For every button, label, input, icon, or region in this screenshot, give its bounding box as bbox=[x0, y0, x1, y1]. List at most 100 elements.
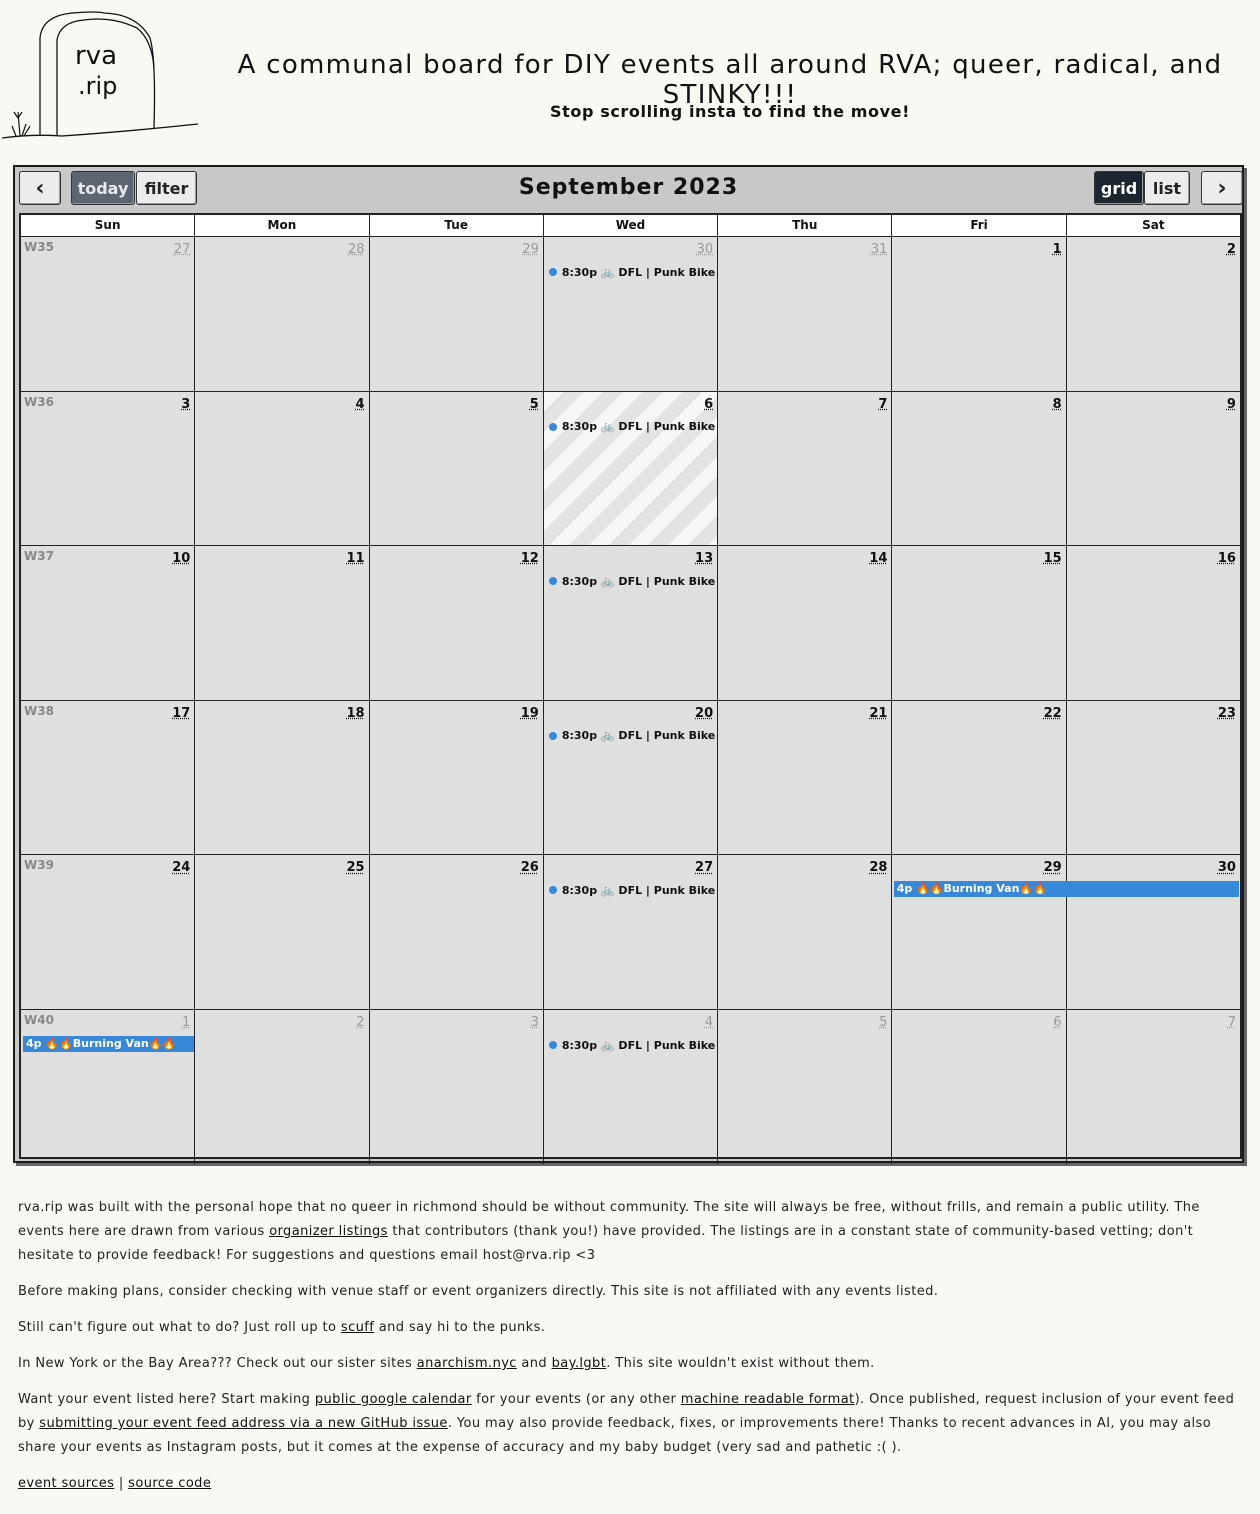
day-cell[interactable]: W36 3 bbox=[21, 392, 194, 546]
day-cell[interactable]: 16 bbox=[1065, 546, 1240, 701]
day-cell[interactable]: 23 bbox=[1065, 700, 1240, 855]
source-code-link[interactable]: source code bbox=[128, 1476, 211, 1491]
day-cell[interactable]: 29 bbox=[891, 855, 1065, 1010]
day-cell[interactable]: W37 10 bbox=[21, 546, 194, 700]
day-number[interactable]: 27 bbox=[695, 860, 713, 875]
day-cell[interactable]: 7 bbox=[717, 391, 891, 546]
anarchism-nyc-link[interactable]: anarchism.nyc bbox=[417, 1356, 517, 1371]
day-number[interactable]: 1 bbox=[182, 1015, 190, 1030]
day-cell[interactable]: W38 17 bbox=[21, 701, 194, 855]
day-number[interactable]: 25 bbox=[346, 860, 364, 875]
day-number[interactable]: 28 bbox=[869, 860, 887, 875]
day-number[interactable]: 4 bbox=[356, 397, 365, 412]
google-calendar-link[interactable]: public google calendar bbox=[315, 1392, 472, 1407]
day-number[interactable]: 8 bbox=[1053, 397, 1062, 412]
day-cell[interactable]: 26 bbox=[368, 855, 543, 1010]
day-number[interactable]: 7 bbox=[878, 397, 887, 412]
day-number[interactable]: 5 bbox=[879, 1015, 887, 1030]
day-number[interactable]: 6 bbox=[704, 397, 713, 412]
day-number[interactable]: 15 bbox=[1044, 551, 1062, 566]
day-cell[interactable]: 6 8:30p 🚲 DFL | Punk Bike Night bbox=[542, 391, 718, 546]
day-cell[interactable]: 27 8:30p 🚲 DFL | Punk Bike Night bbox=[542, 855, 717, 1010]
day-number[interactable]: 3 bbox=[181, 397, 190, 412]
day-cell[interactable]: 7 bbox=[1065, 1010, 1240, 1164]
day-cell[interactable]: 5 bbox=[717, 1010, 891, 1164]
day-number[interactable]: 27 bbox=[174, 242, 191, 257]
day-cell[interactable]: 13 8:30p 🚲 DFL | Punk Bike Night bbox=[542, 546, 717, 701]
day-cell[interactable]: 11 bbox=[194, 546, 368, 701]
day-cell[interactable]: W40 1 bbox=[21, 1010, 194, 1164]
day-number[interactable]: 20 bbox=[695, 706, 713, 721]
day-number[interactable]: 11 bbox=[346, 551, 364, 566]
day-number[interactable]: 23 bbox=[1218, 706, 1236, 721]
bay-lgbt-link[interactable]: bay.lgbt bbox=[552, 1356, 607, 1371]
github-issue-link[interactable]: submitting your event feed address via a… bbox=[39, 1416, 448, 1431]
day-cell[interactable]: W35 27 bbox=[21, 237, 194, 391]
day-number[interactable]: 14 bbox=[869, 551, 887, 566]
day-number[interactable]: 7 bbox=[1228, 1015, 1236, 1030]
day-number[interactable]: 18 bbox=[346, 706, 364, 721]
day-cell[interactable]: 15 bbox=[891, 546, 1065, 701]
site-logo[interactable]: rva .rip bbox=[1, 8, 199, 142]
calendar-event[interactable]: 8:30p 🚲 DFL | Punk Bike Night bbox=[548, 729, 717, 743]
day-number[interactable]: 22 bbox=[1044, 706, 1062, 721]
day-cell[interactable]: 25 bbox=[194, 855, 368, 1010]
day-cell[interactable]: W39 24 bbox=[21, 855, 194, 1009]
day-number[interactable]: 24 bbox=[172, 860, 190, 875]
day-cell[interactable]: 8 bbox=[891, 391, 1065, 546]
day-number[interactable]: 29 bbox=[522, 242, 539, 257]
day-number[interactable]: 2 bbox=[356, 1015, 364, 1030]
organizer-listings-link[interactable]: organizer listings bbox=[269, 1224, 388, 1239]
day-cell[interactable]: 18 bbox=[194, 700, 368, 855]
day-number[interactable]: 12 bbox=[521, 551, 539, 566]
day-cell[interactable]: 2 bbox=[194, 1010, 368, 1164]
day-cell[interactable]: 22 bbox=[891, 700, 1065, 855]
day-number[interactable]: 9 bbox=[1227, 397, 1236, 412]
day-cell[interactable]: 5 bbox=[368, 391, 543, 546]
day-number[interactable]: 26 bbox=[521, 860, 539, 875]
prev-month-button[interactable]: ‹ bbox=[19, 171, 61, 205]
day-number[interactable]: 2 bbox=[1227, 242, 1236, 257]
day-cell[interactable]: 2 bbox=[1065, 237, 1240, 391]
day-cell[interactable]: 30 bbox=[1065, 855, 1240, 1010]
day-number[interactable]: 30 bbox=[697, 242, 714, 257]
day-number[interactable]: 6 bbox=[1053, 1015, 1061, 1030]
day-number[interactable]: 3 bbox=[531, 1015, 539, 1030]
day-number[interactable]: 28 bbox=[348, 242, 365, 257]
day-number[interactable]: 30 bbox=[1218, 860, 1236, 875]
day-cell[interactable]: 20 8:30p 🚲 DFL | Punk Bike Night bbox=[542, 700, 717, 855]
day-number[interactable]: 29 bbox=[1044, 860, 1062, 875]
grid-view-button[interactable]: grid bbox=[1094, 171, 1144, 205]
list-view-button[interactable]: list bbox=[1144, 171, 1190, 205]
day-cell[interactable]: 1 bbox=[891, 237, 1065, 391]
day-cell[interactable]: 29 bbox=[368, 237, 543, 391]
filter-button[interactable]: filter bbox=[136, 171, 197, 205]
day-cell[interactable]: 14 bbox=[717, 546, 891, 701]
day-cell[interactable]: 21 bbox=[717, 700, 891, 855]
day-cell[interactable]: 30 8:30p 🚲 DFL | Punk Bike Night bbox=[542, 237, 717, 391]
calendar-event[interactable]: 8:30p 🚲 DFL | Punk Bike Night bbox=[548, 574, 717, 588]
day-cell[interactable]: 4 bbox=[194, 391, 368, 546]
day-number[interactable]: 4 bbox=[705, 1015, 713, 1030]
day-cell[interactable]: 3 bbox=[368, 1010, 543, 1164]
event-sources-link[interactable]: event sources bbox=[18, 1476, 114, 1491]
day-cell[interactable]: 19 bbox=[368, 700, 543, 855]
day-number[interactable]: 19 bbox=[521, 706, 539, 721]
calendar-event[interactable]: 8:30p 🚲 DFL | Punk Bike Night bbox=[548, 1038, 717, 1052]
day-cell[interactable]: 31 bbox=[717, 237, 891, 391]
day-cell[interactable]: 28 bbox=[717, 855, 891, 1010]
multi-day-event[interactable]: 4p 🔥🔥Burning Van🔥🔥 bbox=[23, 1036, 195, 1052]
day-cell[interactable]: 28 bbox=[194, 237, 368, 391]
today-button[interactable]: today bbox=[71, 171, 135, 205]
machine-readable-format-link[interactable]: machine readable format bbox=[681, 1392, 855, 1407]
day-number[interactable]: 21 bbox=[869, 706, 887, 721]
next-month-button[interactable]: › bbox=[1201, 171, 1243, 205]
calendar-event[interactable]: 8:30p 🚲 DFL | Punk Bike Night bbox=[548, 265, 717, 279]
day-number[interactable]: 31 bbox=[871, 242, 888, 257]
scuff-link[interactable]: scuff bbox=[341, 1320, 374, 1335]
calendar-event[interactable]: 8:30p 🚲 DFL | Punk Bike Night bbox=[548, 420, 717, 434]
day-number[interactable]: 13 bbox=[695, 551, 713, 566]
day-number[interactable]: 10 bbox=[172, 551, 190, 566]
day-number[interactable]: 5 bbox=[530, 397, 539, 412]
day-cell[interactable]: 6 bbox=[891, 1010, 1065, 1164]
